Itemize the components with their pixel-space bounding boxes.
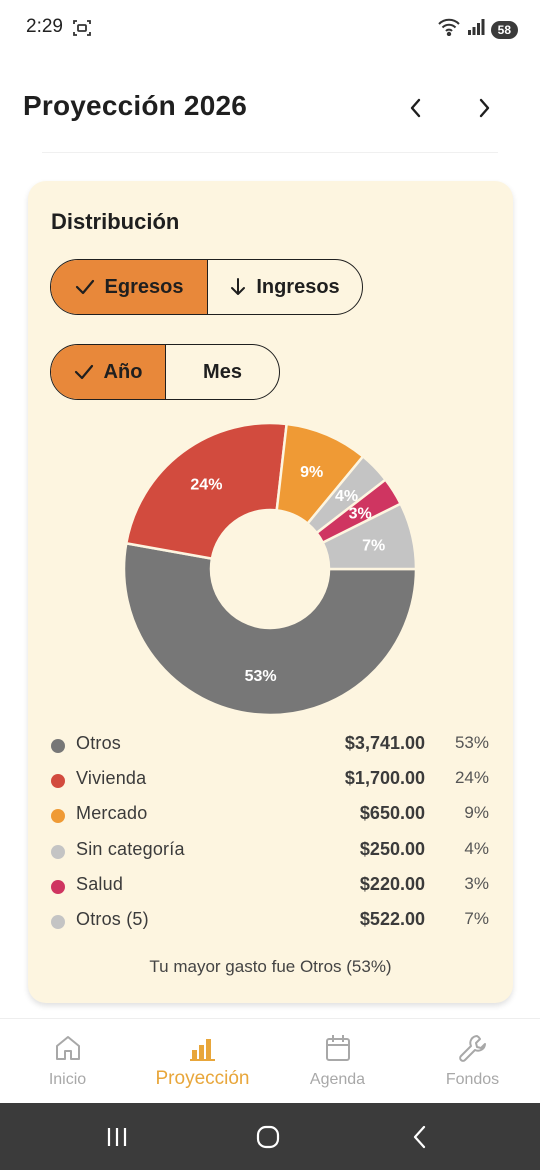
- donut-svg: 53%24%9%4%3%7%: [122, 421, 418, 717]
- legend-row: Salud $220.00 3%: [28, 870, 513, 905]
- bottom-nav: Inicio Proyección Agenda Fondos: [0, 1019, 540, 1103]
- nav-item-fondos[interactable]: Fondos: [405, 1019, 540, 1103]
- legend-category-name: Sin categoría: [76, 838, 185, 859]
- legend-percent: 3%: [464, 873, 489, 893]
- nav-label-proyeccion: Proyección: [155, 1068, 250, 1089]
- type-toggle: Egresos Ingresos: [50, 259, 363, 315]
- wifi-icon: [437, 18, 461, 41]
- check-icon: [74, 364, 93, 380]
- wrench-icon: [457, 1032, 489, 1064]
- battery-indicator: 58: [490, 20, 518, 39]
- status-time: 2:29: [26, 16, 63, 37]
- page-title: Proyección 2026: [23, 90, 248, 121]
- distribution-donut-chart: 53% 24% 9% 4% 3% 7%: [122, 421, 418, 717]
- egresos-label: Egresos: [104, 275, 184, 298]
- nav-label-agenda: Agenda: [309, 1071, 366, 1088]
- page-header: Proyección 2026: [0, 80, 540, 136]
- legend-category-name: Otros: [76, 733, 122, 753]
- legend-amount: $1,700.00: [344, 768, 425, 789]
- legend-color-dot: [51, 914, 65, 929]
- legend-row: Vivienda $1,700.00 24%: [28, 764, 513, 799]
- legend-category-name: Vivienda: [76, 768, 147, 789]
- next-year-button[interactable]: [468, 92, 500, 124]
- period-toggle: Año Mes: [50, 344, 280, 400]
- slice-percent-label: 7%: [362, 538, 385, 555]
- legend-percent: 9%: [464, 803, 489, 823]
- legend-amount: $220.00: [359, 873, 425, 894]
- slice-percent-label: 53%: [245, 668, 277, 685]
- legend-percent: 4%: [464, 838, 489, 858]
- slice-percent-label: 24%: [190, 477, 222, 494]
- anio-segment[interactable]: Año: [51, 345, 165, 399]
- ingresos-label: Ingresos: [256, 275, 340, 298]
- legend-category-name: Salud: [76, 873, 124, 894]
- legend-color-dot: [51, 879, 65, 894]
- summary-text: Tu mayor gasto fue Otros (53%): [149, 957, 392, 976]
- ingresos-segment[interactable]: Ingresos: [207, 260, 362, 314]
- legend-color-dot: [51, 739, 65, 753]
- arrow-down-icon: [231, 278, 246, 295]
- previous-year-button[interactable]: [400, 92, 432, 124]
- chevron-right-icon: [479, 98, 490, 118]
- slice-percent-label: 9%: [300, 464, 323, 481]
- legend-category-name: Mercado: [76, 803, 148, 824]
- legend-row: Otros $3,741.00 53%: [28, 729, 513, 764]
- legend-row: Otros (5) $522.00 7%: [28, 905, 513, 940]
- legend-percent: 53%: [454, 733, 489, 752]
- nav-item-proyeccion[interactable]: Proyección: [135, 1019, 270, 1103]
- legend-amount: $522.00: [359, 908, 425, 929]
- legend-amount: $650.00: [359, 803, 425, 824]
- back-button[interactable]: [404, 1121, 436, 1153]
- legend-amount: $3,741.00: [344, 733, 425, 753]
- legend-amount: $250.00: [359, 838, 425, 859]
- card-title: Distribución: [51, 209, 180, 234]
- check-icon: [75, 279, 94, 295]
- recent-apps-button[interactable]: [101, 1121, 133, 1153]
- distribution-card: Distribución Egresos Ingresos Año Mes 53…: [28, 181, 513, 1003]
- system-nav-bar: [0, 1103, 540, 1170]
- legend-row: Sin categoría $250.00 4%: [28, 835, 513, 870]
- signal-icon: [467, 19, 485, 40]
- status-bar: 2:29 58: [0, 0, 540, 56]
- header-divider: [42, 152, 498, 153]
- mes-label: Mes: [203, 360, 242, 383]
- legend-percent: 7%: [464, 908, 489, 928]
- calendar-icon: [322, 1032, 354, 1064]
- nav-item-inicio[interactable]: Inicio: [0, 1019, 135, 1103]
- nav-label-fondos: Fondos: [445, 1071, 500, 1088]
- screenshot-icon: [72, 18, 92, 38]
- mes-segment[interactable]: Mes: [165, 345, 279, 399]
- legend-category-name: Otros (5): [76, 908, 149, 929]
- legend-color-dot: [51, 774, 65, 789]
- anio-label: Año: [103, 360, 143, 383]
- back-icon: [413, 1125, 426, 1149]
- bar-chart-icon: [187, 1032, 219, 1064]
- legend-color-dot: [51, 809, 65, 824]
- legend-row: Mercado $650.00 9%: [28, 799, 513, 834]
- home-button[interactable]: [252, 1121, 284, 1153]
- nav-item-agenda[interactable]: Agenda: [270, 1019, 405, 1103]
- legend: Otros $3,741.00 53% Vivienda $1,700.00 24% Mer…: [28, 729, 513, 940]
- nav-label-inicio: Inicio: [48, 1071, 87, 1088]
- legend-color-dot: [51, 844, 65, 859]
- chevron-left-icon: [410, 98, 421, 118]
- home-circle-icon: [256, 1125, 280, 1149]
- recent-apps-icon: [107, 1128, 127, 1146]
- home-icon: [52, 1032, 84, 1064]
- legend-percent: 24%: [454, 768, 489, 788]
- egresos-segment[interactable]: Egresos: [51, 260, 207, 314]
